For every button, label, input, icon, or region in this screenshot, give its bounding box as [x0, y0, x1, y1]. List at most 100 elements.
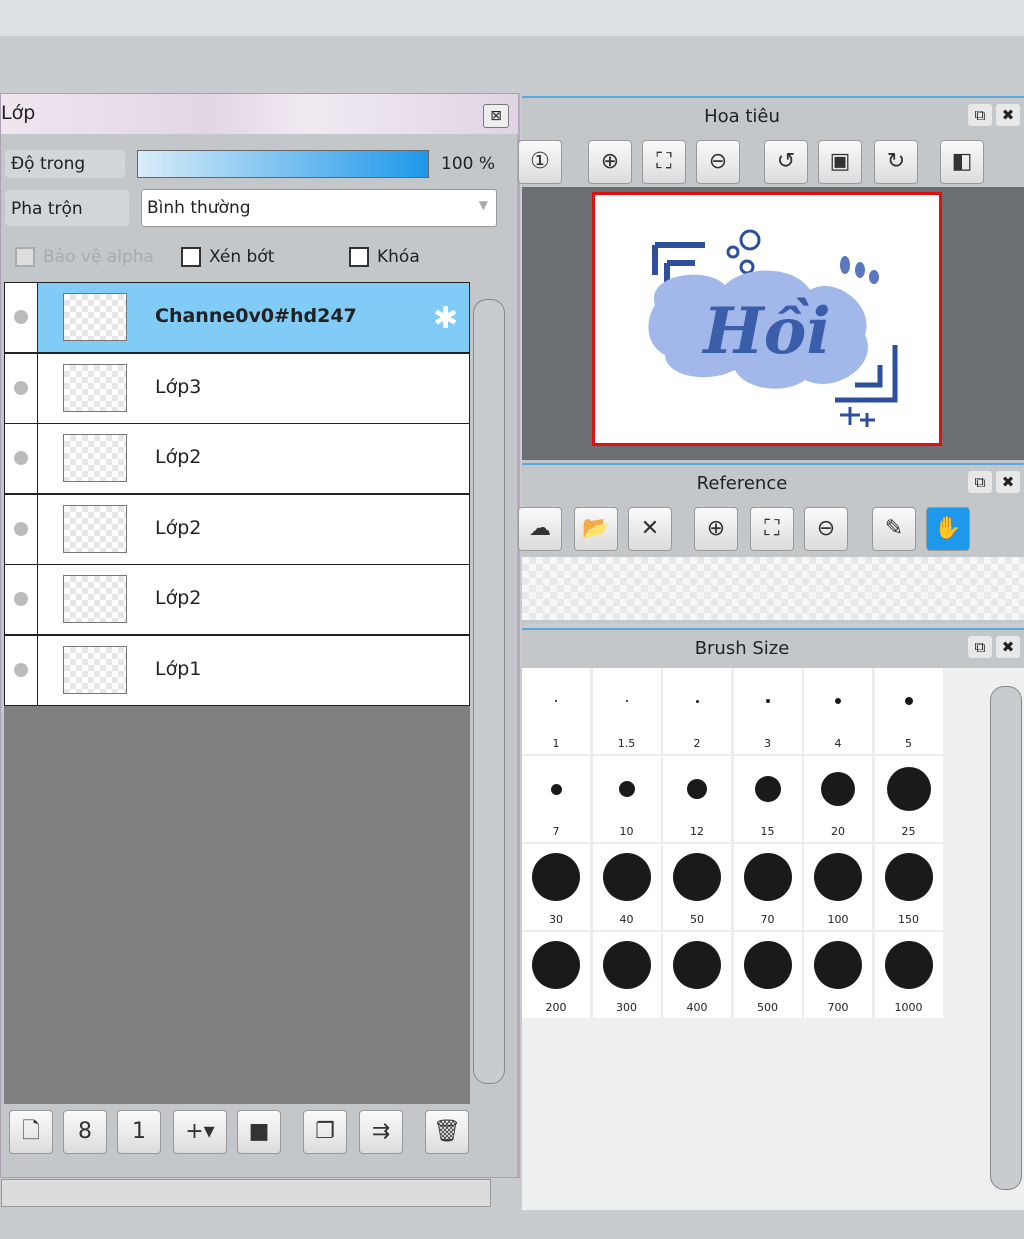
- brush-size-cell[interactable]: 100: [804, 844, 872, 930]
- hand-button[interactable]: ✋: [926, 507, 970, 551]
- popout-icon[interactable]: ⧉: [968, 471, 992, 493]
- layer-name: Lớp2: [155, 587, 202, 609]
- eyedropper-button[interactable]: ✎: [872, 507, 916, 551]
- visibility-toggle[interactable]: [5, 635, 38, 705]
- brush-size-cell[interactable]: 20: [804, 756, 872, 842]
- brush-size-cell[interactable]: 150: [874, 844, 943, 930]
- layer-row[interactable]: Lớp2: [4, 564, 470, 635]
- add-layer-menu-button[interactable]: +▾: [173, 1110, 227, 1154]
- folder-button[interactable]: ■: [237, 1110, 281, 1154]
- brush-size-cell[interactable]: 700: [804, 932, 872, 1018]
- close-button[interactable]: ⊠: [483, 104, 509, 128]
- brush-size-cell[interactable]: 10: [592, 756, 661, 842]
- reference-area[interactable]: [522, 557, 1024, 620]
- brush-size-cell[interactable]: 3: [733, 668, 802, 754]
- layer-scrollbar[interactable]: [473, 299, 505, 1084]
- protect-alpha-checkbox[interactable]: Bảo vệ alpha: [15, 247, 154, 267]
- horizontal-scrollbar[interactable]: [1, 1179, 491, 1207]
- layer-row[interactable]: Lớp2: [4, 423, 470, 494]
- brush-size-cell[interactable]: 7: [522, 756, 590, 842]
- brush-size-cell[interactable]: 25: [874, 756, 943, 842]
- import-button[interactable]: ☁: [518, 507, 562, 551]
- brush-dot: [884, 853, 933, 901]
- brush-size-label: 50: [690, 913, 704, 926]
- rotate-right-button[interactable]: ↻: [874, 140, 918, 184]
- brush-dot: [673, 941, 721, 989]
- brush-dot: [886, 767, 931, 811]
- brush-size-cell[interactable]: 500: [733, 932, 802, 1018]
- flip-button[interactable]: ◧: [940, 140, 984, 184]
- visibility-toggle[interactable]: [5, 565, 38, 634]
- brush-size-label: 100: [827, 913, 849, 926]
- zoom-out-button[interactable]: ⊖: [804, 507, 848, 551]
- opacity-slider[interactable]: [137, 150, 429, 178]
- layer-row[interactable]: Lớp3: [4, 352, 470, 424]
- brush-size-label: 400: [686, 1001, 708, 1014]
- zoom-out-button[interactable]: ⊖: [696, 140, 740, 184]
- brush-size-cell[interactable]: 30: [522, 844, 590, 930]
- visibility-toggle[interactable]: [5, 424, 38, 493]
- zoom-in-button[interactable]: ⊕: [694, 507, 738, 551]
- delete-button[interactable]: ✕: [628, 507, 672, 551]
- brush-size-cell[interactable]: 12: [663, 756, 731, 842]
- brush-size-cell[interactable]: 1000: [874, 932, 943, 1018]
- clip-checkbox[interactable]: Xén bớt: [181, 247, 274, 267]
- zoom-in-icon: ⊕: [600, 149, 620, 174]
- fit-button[interactable]: ⛶: [750, 507, 794, 551]
- brush-size-label: 3: [764, 737, 771, 750]
- layer-row[interactable]: Lớp2: [4, 493, 470, 565]
- new-layer-button[interactable]: 🗋: [9, 1110, 53, 1154]
- layer-name: Lớp3: [155, 375, 202, 398]
- brush-size-cell[interactable]: 300: [592, 932, 661, 1018]
- top-bar: [0, 0, 1024, 36]
- zoom-actual-button[interactable]: ①: [518, 140, 562, 184]
- fit-window-button[interactable]: ▣: [818, 140, 862, 184]
- close-icon[interactable]: ✖: [996, 471, 1020, 493]
- brush-size-cell[interactable]: 15: [733, 756, 802, 842]
- brush-scrollbar[interactable]: [990, 686, 1022, 1190]
- brush-size-cell[interactable]: 1: [522, 668, 590, 754]
- new-8bit-layer-button[interactable]: 8: [63, 1110, 107, 1154]
- duplicate-button[interactable]: ❐: [303, 1110, 347, 1154]
- new-1bit-layer-button[interactable]: 1: [117, 1110, 161, 1154]
- delete-icon: ✕: [640, 516, 660, 541]
- visibility-toggle[interactable]: [5, 353, 38, 423]
- canvas-preview[interactable]: Hồi: [592, 192, 942, 446]
- layer-row[interactable]: Channe0v0#hd247 ✱: [4, 282, 470, 353]
- panel-title: Lớp: [1, 94, 518, 134]
- brush-dot: [695, 699, 699, 703]
- brush-size-cell[interactable]: 4: [804, 668, 872, 754]
- brush-size-cell[interactable]: 40: [592, 844, 661, 930]
- trash-button[interactable]: 🗑: [425, 1110, 469, 1154]
- fit-button[interactable]: ⛶: [642, 140, 686, 184]
- visibility-toggle[interactable]: [5, 494, 38, 564]
- brush-size-cell[interactable]: 2: [663, 668, 731, 754]
- brush-size-cell[interactable]: 5: [874, 668, 943, 754]
- hand-icon: ✋: [934, 516, 962, 541]
- merge-down-button[interactable]: ⇉: [359, 1110, 403, 1154]
- rotate-left-button[interactable]: ↺: [764, 140, 808, 184]
- eye-icon: [14, 592, 28, 606]
- zoom-actual-icon: ①: [530, 149, 550, 174]
- brush-size-cell[interactable]: 1.5: [592, 668, 661, 754]
- close-icon[interactable]: ✖: [996, 636, 1020, 658]
- blend-mode-select[interactable]: Bình thường ▼: [141, 189, 497, 227]
- settings-gear-icon[interactable]: ✱: [433, 301, 458, 336]
- zoom-in-button[interactable]: ⊕: [588, 140, 632, 184]
- popout-icon[interactable]: ⧉: [968, 636, 992, 658]
- zoom-out-icon: ⊖: [708, 149, 728, 174]
- visibility-toggle[interactable]: [5, 283, 38, 352]
- brush-dot: [602, 941, 651, 989]
- brush-dot: [814, 941, 862, 989]
- brush-size-label: 10: [619, 825, 634, 838]
- lock-checkbox[interactable]: Khóa: [349, 247, 420, 267]
- popout-icon[interactable]: ⧉: [968, 104, 992, 126]
- layer-row[interactable]: Lớp1: [4, 634, 470, 706]
- brush-size-cell[interactable]: 400: [663, 932, 731, 1018]
- brush-size-cell[interactable]: 70: [733, 844, 802, 930]
- new-8bit-layer-icon: 8: [78, 1119, 92, 1144]
- open-folder-button[interactable]: 📂: [574, 507, 618, 551]
- close-icon[interactable]: ✖: [996, 104, 1020, 126]
- brush-size-cell[interactable]: 200: [522, 932, 590, 1018]
- brush-size-cell[interactable]: 50: [663, 844, 731, 930]
